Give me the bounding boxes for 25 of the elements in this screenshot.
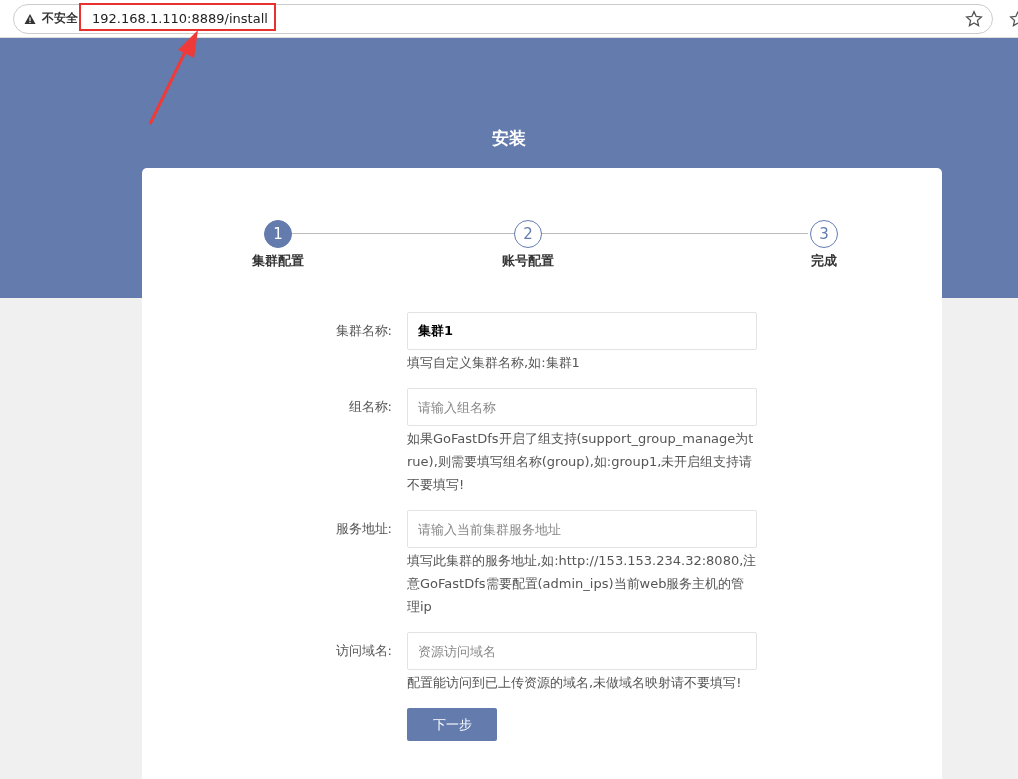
warning-icon — [24, 12, 36, 25]
input-field[interactable]: 请输入组名称 — [407, 388, 757, 426]
input-field[interactable]: 请输入当前集群服务地址 — [407, 510, 757, 548]
field-label: 服务地址: — [334, 520, 393, 538]
help-text: 填写自定义集群名称,如:集群1 — [407, 354, 581, 372]
address-bar[interactable]: 不安全 192.168.1.110:8889/install — [13, 3, 993, 34]
help-text: 填写此集群的服务地址,如:http://153.153.234.32:8080,注意GoFastDfs需要配置(admin_ips)当前web服务主机的管理ip — [407, 552, 757, 616]
help-text: 配置能访问到已上传资源的域名,未做域名映射请不要填写! — [407, 674, 743, 692]
next-button[interactable]: 下一步 — [407, 708, 497, 741]
url-text: 192.168.1.110:8889/install — [92, 11, 268, 26]
step-number: 1 — [264, 220, 292, 248]
step-label: 完成 — [811, 252, 837, 270]
field-label: 集群名称: — [334, 322, 393, 340]
step-label: 集群配置 — [252, 252, 304, 270]
input-field[interactable]: 资源访问域名 — [407, 632, 757, 670]
page-title: 安装 — [492, 127, 526, 149]
step-label: 账号配置 — [502, 252, 554, 270]
field-label: 访问域名: — [334, 642, 393, 660]
step-number: 3 — [810, 220, 838, 248]
security-label: 不安全 — [42, 10, 78, 27]
field-label: 组名称: — [347, 398, 393, 416]
star-icon[interactable] — [965, 9, 983, 28]
step-number: 2 — [514, 220, 542, 248]
help-text: 如果GoFastDfs开启了组支持(support_group_manage为true),则需要填写组名称(group),如:group1,未开启组支持请不要填写! — [407, 430, 755, 494]
input-field[interactable]: 集群1 — [407, 312, 757, 350]
